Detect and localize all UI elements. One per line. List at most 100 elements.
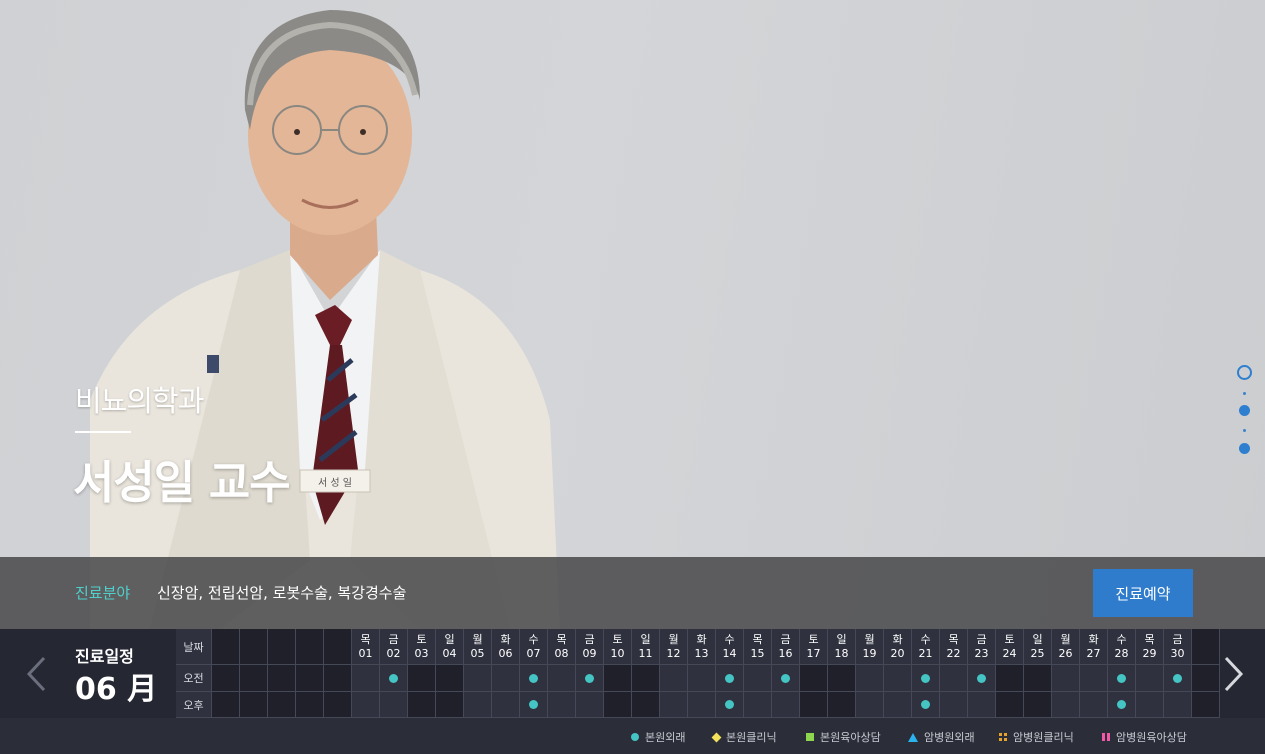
- schedule-pm-cell[interactable]: [716, 692, 744, 718]
- diamond-marker-icon: [711, 732, 722, 742]
- clinic-dot-icon: [781, 673, 790, 683]
- schedule-am-cell[interactable]: [716, 665, 744, 692]
- schedule-date-cell: 화 06: [492, 629, 520, 665]
- weekday-label: 금: [780, 632, 791, 646]
- schedule-am-cell: [1024, 665, 1052, 692]
- clinic-dot-icon: [977, 673, 986, 683]
- schedule-pm-cell: [548, 692, 576, 718]
- circle-marker-icon: [631, 733, 639, 741]
- date-label: 17: [806, 646, 821, 660]
- weekday-label: 목: [752, 632, 763, 646]
- schedule-date-cell: 수 07: [520, 629, 548, 665]
- schedule-date-cell: 토 24: [996, 629, 1024, 665]
- schedule-am-cell: [1080, 665, 1108, 692]
- schedule-am-cell[interactable]: [912, 665, 940, 692]
- weekday-label: 수: [528, 632, 539, 646]
- next-month-button[interactable]: [1214, 629, 1254, 718]
- schedule-date-cell: 수 21: [912, 629, 940, 665]
- schedule-pm-cell: [408, 692, 436, 718]
- schedule-am-cell[interactable]: [380, 665, 408, 692]
- weekday-label: 수: [920, 632, 931, 646]
- schedule-am-cell[interactable]: [772, 665, 800, 692]
- date-label: 06: [498, 646, 513, 660]
- date-label: 21: [918, 646, 933, 660]
- schedule-empty-cell: [324, 692, 352, 718]
- row-label-date: 날짜: [176, 629, 212, 665]
- date-label: 29: [1142, 646, 1157, 660]
- schedule-am-cell: [604, 665, 632, 692]
- schedule-pm-cell: [856, 692, 884, 718]
- clinic-dot-icon: [1117, 673, 1126, 683]
- chevron-left-icon: [26, 656, 46, 691]
- schedule-am-cell: [744, 665, 772, 692]
- schedule-pm-cell[interactable]: [520, 692, 548, 718]
- schedule-am-cell[interactable]: [520, 665, 548, 692]
- slide-indicator-2[interactable]: [1239, 405, 1250, 416]
- prev-month-button[interactable]: [16, 629, 56, 718]
- schedule-pm-cell[interactable]: [912, 692, 940, 718]
- schedule-empty-cell: [296, 665, 324, 692]
- clinic-dot-icon: [1117, 700, 1126, 709]
- schedule-am-cell: [492, 665, 520, 692]
- slide-indicator-3[interactable]: [1239, 443, 1250, 454]
- schedule-date-cell: 수 28: [1108, 629, 1136, 665]
- schedule-pm-cell: [968, 692, 996, 718]
- schedule-empty-cell: [268, 665, 296, 692]
- schedule-am-cell: [884, 665, 912, 692]
- weekday-label: 월: [864, 632, 875, 646]
- slide-pager: [1236, 364, 1254, 460]
- tri-marker-icon: [908, 732, 918, 742]
- schedule-empty-cell: [1192, 665, 1220, 692]
- schedule-date-cell: 금 23: [968, 629, 996, 665]
- schedule-am-cell[interactable]: [576, 665, 604, 692]
- schedule-am-cell[interactable]: [968, 665, 996, 692]
- schedule-date-cell: 화 27: [1080, 629, 1108, 665]
- schedule-pm-cell: [884, 692, 912, 718]
- doctor-portrait: 서 성 일: [90, 10, 560, 629]
- bars-marker-icon: [1102, 733, 1110, 741]
- legend-label: 암병원육아상담: [1116, 731, 1187, 744]
- schedule-date-cell: 토 17: [800, 629, 828, 665]
- reserve-button[interactable]: 진료예약: [1093, 569, 1193, 617]
- schedule-pm-cell: [1080, 692, 1108, 718]
- schedule-pm-cell: [492, 692, 520, 718]
- schedule-am-cell: [436, 665, 464, 692]
- schedule-date-cell: 토 03: [408, 629, 436, 665]
- date-label: 08: [554, 646, 569, 660]
- schedule-empty-cell: [296, 629, 324, 665]
- schedule-date-cell: 화 13: [688, 629, 716, 665]
- quad-marker-icon: [999, 733, 1007, 741]
- date-label: 25: [1030, 646, 1045, 660]
- schedule-date-cell: 목 08: [548, 629, 576, 665]
- schedule-date-cell: 일 18: [828, 629, 856, 665]
- row-label-pm: 오후: [176, 692, 212, 718]
- schedule-date-cell: 금 30: [1164, 629, 1192, 665]
- weekday-label: 토: [612, 632, 623, 646]
- clinic-dot-icon: [921, 700, 930, 709]
- schedule-pm-cell: [828, 692, 856, 718]
- schedule-empty-cell: [240, 665, 268, 692]
- slide-indicator-1[interactable]: [1237, 365, 1252, 380]
- legend-label: 암병원외래: [924, 731, 975, 744]
- schedule-am-cell: [632, 665, 660, 692]
- weekday-label: 목: [948, 632, 959, 646]
- schedule-date-cell: 금 02: [380, 629, 408, 665]
- schedule-pm-cell[interactable]: [1108, 692, 1136, 718]
- title-divider: [75, 431, 131, 433]
- legend-item: 본원클리닉: [711, 729, 777, 745]
- clinic-dot-icon: [389, 673, 398, 683]
- schedule-pm-cell: [632, 692, 660, 718]
- schedule-am-cell[interactable]: [1108, 665, 1136, 692]
- weekday-label: 수: [1116, 632, 1127, 646]
- legend-item: 암병원육아상담: [1102, 729, 1187, 745]
- schedule-pm-cell: [800, 692, 828, 718]
- weekday-label: 월: [472, 632, 483, 646]
- schedule-pm-cell: [1136, 692, 1164, 718]
- doctor-hero: 서 성 일 비뇨의학과 서성일 교수: [0, 0, 1265, 629]
- schedule-empty-cell: [1192, 692, 1220, 718]
- weekday-label: 수: [724, 632, 735, 646]
- schedule-am-cell[interactable]: [1164, 665, 1192, 692]
- date-label: 01: [358, 646, 373, 660]
- schedule-pm-cell: [1052, 692, 1080, 718]
- schedule-date-cell: 일 11: [632, 629, 660, 665]
